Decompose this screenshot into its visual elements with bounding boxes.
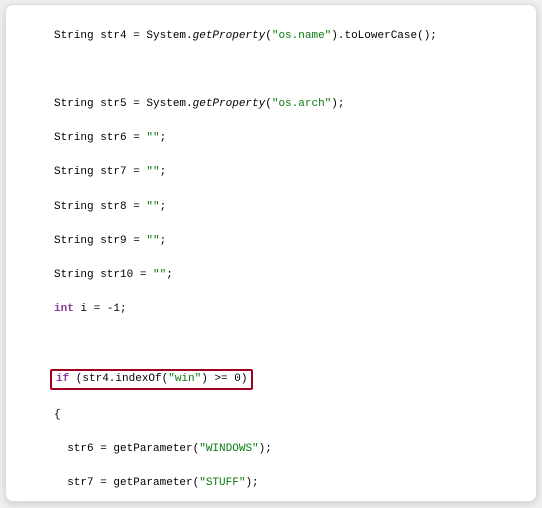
t: "os.arch" xyxy=(272,98,331,110)
t: "" xyxy=(146,132,159,144)
t: str6 = getParameter( xyxy=(54,443,199,455)
t: getProperty xyxy=(193,30,266,42)
t: String str6 = xyxy=(54,132,146,144)
t: String str7 = xyxy=(54,166,146,178)
t: ( xyxy=(265,30,272,42)
t: ; xyxy=(160,132,167,144)
t xyxy=(54,335,536,352)
t: "win" xyxy=(168,373,201,385)
t: "" xyxy=(146,235,159,247)
t: ( xyxy=(265,98,272,110)
t: int xyxy=(54,303,74,315)
t xyxy=(54,62,536,79)
t: ); xyxy=(259,443,272,455)
t: String str10 = xyxy=(54,269,153,281)
t: str7 = getParameter( xyxy=(54,477,199,489)
highlight-if-win: if (str4.indexOf("win") >= 0) xyxy=(50,369,253,390)
t: "" xyxy=(153,269,166,281)
t: ) >= 0) xyxy=(201,373,247,385)
t: "" xyxy=(146,201,159,213)
t: { xyxy=(54,407,536,424)
code-block: String str4 = System.getProperty("os.nam… xyxy=(6,11,536,502)
t: String str5 = System. xyxy=(54,98,193,110)
t: "" xyxy=(146,166,159,178)
t: getProperty xyxy=(193,98,266,110)
code-card: String str4 = System.getProperty("os.nam… xyxy=(5,4,537,502)
t: ; xyxy=(160,201,167,213)
t: i = -1; xyxy=(74,303,127,315)
t: ); xyxy=(245,477,258,489)
t: (str4.indexOf( xyxy=(69,373,168,385)
t: "os.name" xyxy=(272,30,331,42)
t: String str4 = System. xyxy=(54,30,193,42)
t: String str9 = xyxy=(54,235,146,247)
t: ); xyxy=(331,98,344,110)
t: ; xyxy=(160,235,167,247)
t: ; xyxy=(160,166,167,178)
t: String str8 = xyxy=(54,201,146,213)
t: ; xyxy=(166,269,173,281)
t: ).toLowerCase(); xyxy=(331,30,437,42)
t: if xyxy=(56,373,69,385)
t: "WINDOWS" xyxy=(199,443,258,455)
t: "STUFF" xyxy=(199,477,245,489)
